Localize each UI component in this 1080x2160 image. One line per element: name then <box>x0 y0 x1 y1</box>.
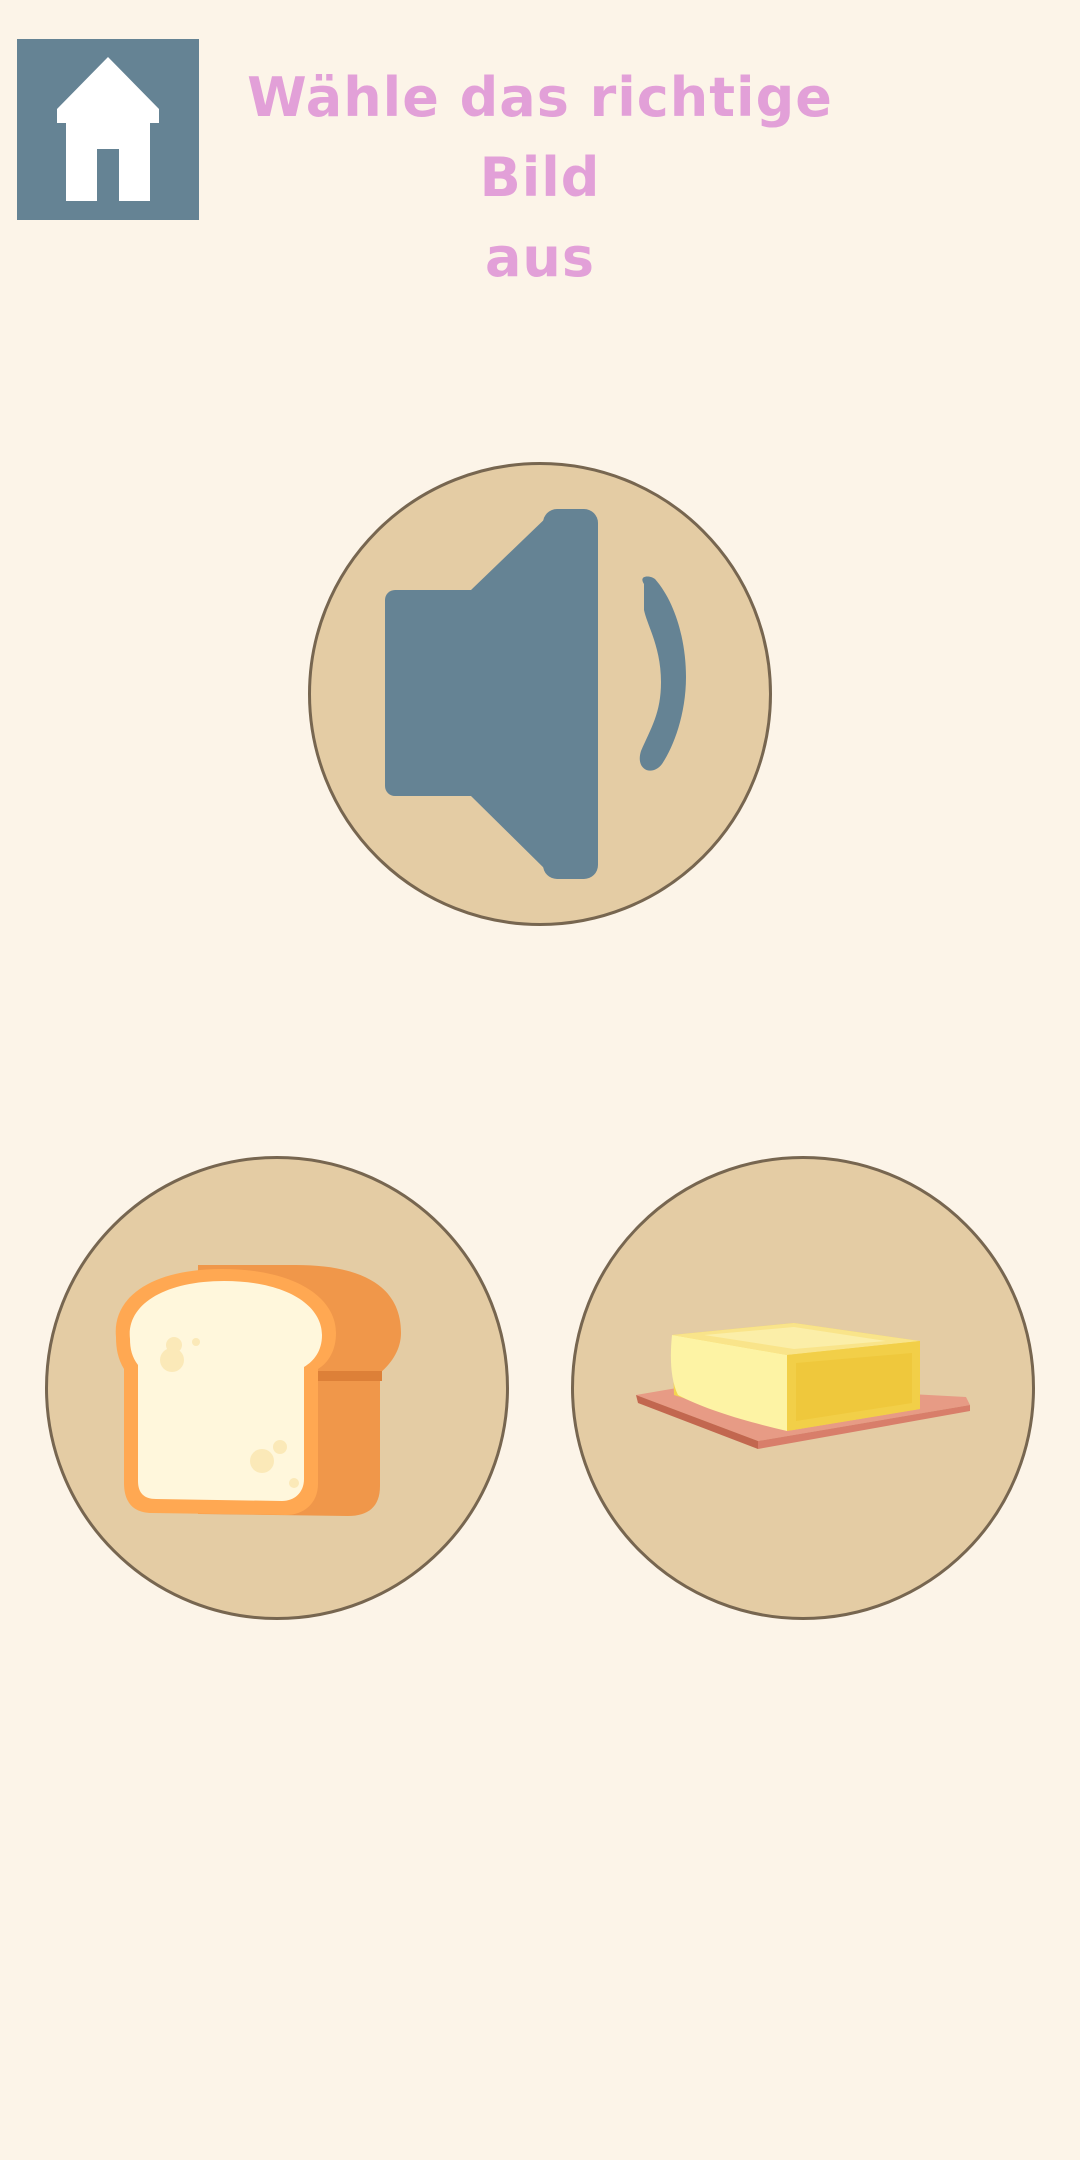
butter-icon <box>636 1323 970 1449</box>
home-icon <box>57 57 159 201</box>
bread-icon <box>115 1265 401 1516</box>
instruction-line-1: Wähle das richtige Bild <box>247 66 833 209</box>
home-button[interactable] <box>17 39 199 220</box>
instruction-title: Wähle das richtige Bild aus <box>210 58 870 298</box>
play-audio-button[interactable] <box>308 462 772 926</box>
option-butter[interactable] <box>571 1156 1035 1620</box>
speaker-icon <box>385 509 686 879</box>
option-bread[interactable] <box>45 1156 509 1620</box>
instruction-line-2: aus <box>484 226 596 289</box>
